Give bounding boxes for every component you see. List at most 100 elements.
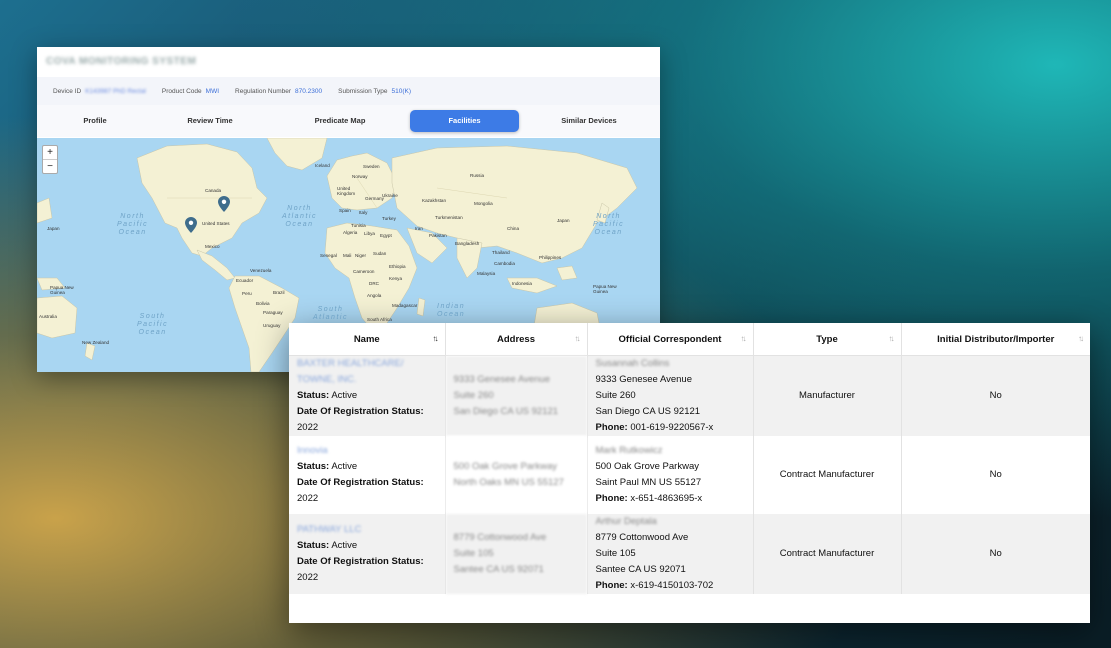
map-label: New Zealand	[82, 340, 110, 345]
map-label: Cambodia	[494, 261, 515, 266]
map-label: Algeria	[343, 230, 358, 235]
tab-predicate-map[interactable]: Predicate Map	[270, 110, 410, 132]
date-value: 2022	[297, 422, 319, 433]
ocean-label-south-pacific: South Pacific Ocean	[137, 313, 169, 336]
table-row: Innovia Status: Active Date Of Registrat…	[289, 436, 1090, 514]
tab-facilities[interactable]: Facilities	[410, 110, 519, 132]
correspondent-line: 8779 Cottonwood Ave	[595, 532, 689, 543]
sort-icon[interactable]: ↑↓	[433, 334, 439, 343]
device-id-value[interactable]: K143987 PhD Rectal	[85, 88, 146, 95]
map-label: South Africa	[367, 317, 392, 322]
ocean-label-north-pacific: North Pacific Ocean	[117, 213, 149, 236]
phone-value: x-619-4150103-702	[630, 580, 714, 591]
table-row: BAXTER HEALTHCARE/ TOWNE, INC. Status: A…	[289, 355, 1090, 436]
map-label: Papua New Guinea	[50, 285, 74, 295]
correspondent-line: 9333 Genesee Avenue	[595, 374, 693, 385]
phone-value: x-651-4863695-x	[630, 493, 703, 504]
map-zoom-control: + −	[42, 145, 58, 174]
address-line: 500 Oak Grove Parkway	[453, 461, 558, 472]
map-label: Iran	[415, 226, 423, 231]
map-label: Norway	[352, 174, 368, 179]
column-header-distributor[interactable]: Initial Distributor/Importer ↑↓	[901, 323, 1090, 356]
facility-marker-icon[interactable]	[218, 196, 230, 212]
map-label: United States	[202, 221, 230, 226]
correspondent-cell: Mark Rutkowicz 500 Oak Grove Parkway Sai…	[587, 436, 754, 514]
map-label: Kazakhstan	[422, 198, 447, 203]
map-label: Cameroon	[353, 269, 375, 274]
map-label: Ukraine	[382, 193, 398, 198]
map-label: Japan	[557, 218, 570, 223]
zoom-in-button[interactable]: +	[43, 146, 57, 160]
tab-similar-devices[interactable]: Similar Devices	[519, 110, 659, 132]
map-label: Japan	[47, 226, 60, 231]
map-label: United Kingdom	[337, 186, 356, 196]
sort-icon[interactable]: ↑↓	[741, 334, 747, 343]
status-value: Active	[331, 390, 358, 401]
zoom-out-button[interactable]: −	[43, 160, 57, 173]
sort-icon[interactable]: ↑↓	[1078, 334, 1084, 343]
type-cell: Contract Manufacturer	[753, 514, 902, 594]
facility-name-link[interactable]: Innovia	[297, 443, 437, 459]
facility-name-link[interactable]: PATHWAY LLC	[297, 522, 437, 538]
map-label: Brazil	[273, 290, 285, 295]
map-label: Tunisia	[351, 223, 366, 228]
distributor-cell: No	[901, 355, 1090, 436]
map-label: Philippines	[539, 255, 562, 260]
map-label: Uruguay	[263, 323, 281, 328]
sort-icon[interactable]: ↑↓	[575, 334, 581, 343]
correspondent-line: 500 Oak Grove Parkway	[595, 461, 700, 472]
tab-profile[interactable]: Profile	[40, 110, 150, 132]
facilities-table: Name ↑↓ Address ↑↓ Official Correspondent ↑…	[289, 323, 1090, 594]
ocean-label-north-atlantic: North Atlantic Ocean	[282, 205, 317, 228]
map-label: Paraguay	[263, 310, 283, 315]
map-label: Russia	[470, 173, 485, 178]
table-row: PATHWAY LLC Status: Active Date Of Regis…	[289, 514, 1090, 594]
tab-review-time[interactable]: Review Time	[150, 110, 270, 132]
name-cell: BAXTER HEALTHCARE/ TOWNE, INC. Status: A…	[289, 355, 446, 436]
map-label: Bangladesh	[455, 241, 480, 246]
address-line: San Diego CA US 92121	[453, 406, 559, 417]
map-label: Kenya	[389, 276, 403, 281]
correspondent-cell: Susannah Collins 9333 Genesee Avenue Sui…	[587, 355, 754, 436]
sort-icon[interactable]: ↑↓	[889, 334, 895, 343]
address-line: Suite 260	[453, 390, 494, 401]
type-cell: Manufacturer	[753, 355, 902, 436]
map-label: Senegal	[320, 253, 337, 258]
map-label: Mongolia	[474, 201, 493, 206]
name-cell: PATHWAY LLC Status: Active Date Of Regis…	[289, 514, 446, 594]
regulation-value[interactable]: 870.2300	[295, 88, 322, 95]
address-cell: 8779 Cottonwood Ave Suite 105 Santee CA …	[445, 514, 588, 594]
status-label: Status:	[297, 540, 330, 551]
date-value: 2022	[297, 572, 319, 583]
column-header-address[interactable]: Address ↑↓	[445, 323, 588, 356]
column-header-type[interactable]: Type ↑↓	[753, 323, 902, 356]
status-label: Status:	[297, 390, 330, 401]
map-label: Turkey	[382, 216, 396, 221]
map-label: Italy	[359, 210, 368, 215]
address-line: Suite 105	[453, 548, 494, 559]
app-title: COVA MONITORING SYSTEM	[46, 56, 197, 67]
facility-name-link[interactable]: BAXTER HEALTHCARE/ TOWNE, INC.	[297, 356, 437, 388]
map-label: Bolivia	[256, 301, 270, 306]
map-label: Angola	[367, 293, 382, 298]
date-label: Date Of Registration Status:	[297, 477, 424, 488]
address-cell: 9333 Genesee Avenue Suite 260 San Diego …	[445, 355, 588, 436]
map-label: Madagascar	[392, 303, 418, 308]
submission-label: Submission Type	[338, 87, 388, 95]
facility-marker-icon[interactable]	[185, 217, 197, 233]
status-value: Active	[331, 461, 358, 472]
submission-value[interactable]: 510(K)	[392, 88, 412, 95]
map-label: Malaysia	[477, 271, 496, 276]
type-cell: Contract Manufacturer	[753, 436, 902, 514]
map-label: Iceland	[315, 163, 330, 168]
address-cell: 500 Oak Grove Parkway North Oaks MN US 5…	[445, 436, 588, 514]
map-label: Thailand	[492, 250, 510, 255]
column-header-correspondent[interactable]: Official Correspondent ↑↓	[587, 323, 754, 356]
device-id-label: Device ID	[53, 87, 82, 95]
map-label: Venezuela	[250, 268, 272, 273]
column-header-name[interactable]: Name ↑↓	[289, 323, 446, 356]
ocean-label-indian: Indian Ocean	[437, 303, 466, 318]
tab-bar: Profile Review Time Predicate Map Facili…	[37, 105, 660, 137]
product-code-value[interactable]: MWI	[206, 88, 219, 95]
correspondent-line: Suite 260	[595, 390, 636, 401]
